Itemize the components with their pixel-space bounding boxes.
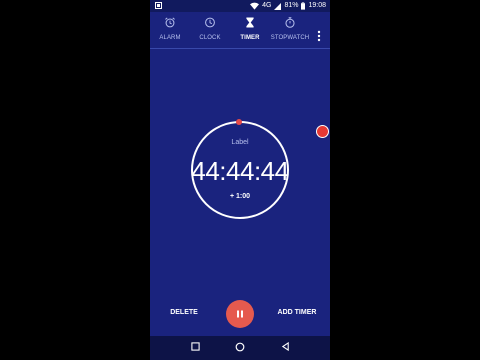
tab-bar: ALARM CLOCK TIMER STOPWATCH xyxy=(150,12,330,49)
add-timer-button[interactable]: ADD TIMER xyxy=(272,309,322,316)
battery-icon xyxy=(301,2,306,10)
timer-label[interactable]: Label xyxy=(191,139,289,146)
add-one-minute-button[interactable]: + 1:00 xyxy=(220,193,260,200)
phone-screen: 4G 81% 19:08 ALARM CLOCK TIMER STOPWATCH… xyxy=(150,0,330,360)
floating-dot[interactable] xyxy=(316,125,329,138)
recents-icon[interactable] xyxy=(191,342,200,351)
alarm-icon xyxy=(165,17,175,28)
home-icon[interactable] xyxy=(235,342,245,352)
pause-icon xyxy=(237,310,243,318)
tab-timer-label: TIMER xyxy=(240,35,260,41)
tab-alarm-label: ALARM xyxy=(159,35,181,41)
stopwatch-icon xyxy=(285,17,295,28)
navigation-bar xyxy=(150,336,330,360)
tab-timer[interactable]: TIMER xyxy=(230,12,270,48)
clock-icon xyxy=(205,17,215,28)
tab-clock[interactable]: CLOCK xyxy=(190,12,230,48)
tab-clock-label: CLOCK xyxy=(199,35,221,41)
hourglass-icon xyxy=(246,17,254,28)
delete-button[interactable]: DELETE xyxy=(164,309,204,316)
dial-progress-marker xyxy=(236,119,242,125)
pause-button[interactable] xyxy=(226,300,254,328)
tab-alarm[interactable]: ALARM xyxy=(150,12,190,48)
tab-stopwatch-label: STOPWATCH xyxy=(270,35,310,41)
wifi-icon xyxy=(250,2,260,10)
clock-time: 19:08 xyxy=(308,2,326,9)
notification-icon xyxy=(155,2,162,9)
status-bar: 4G 81% 19:08 xyxy=(150,0,330,12)
signal-icon xyxy=(274,2,282,10)
tab-stopwatch[interactable]: STOPWATCH xyxy=(266,12,314,48)
network-type: 4G xyxy=(262,2,272,9)
overflow-menu-icon[interactable] xyxy=(314,30,324,42)
timer-time: 44:44:44 xyxy=(191,156,289,186)
back-icon[interactable] xyxy=(281,342,290,351)
battery-percent: 81% xyxy=(284,2,299,9)
